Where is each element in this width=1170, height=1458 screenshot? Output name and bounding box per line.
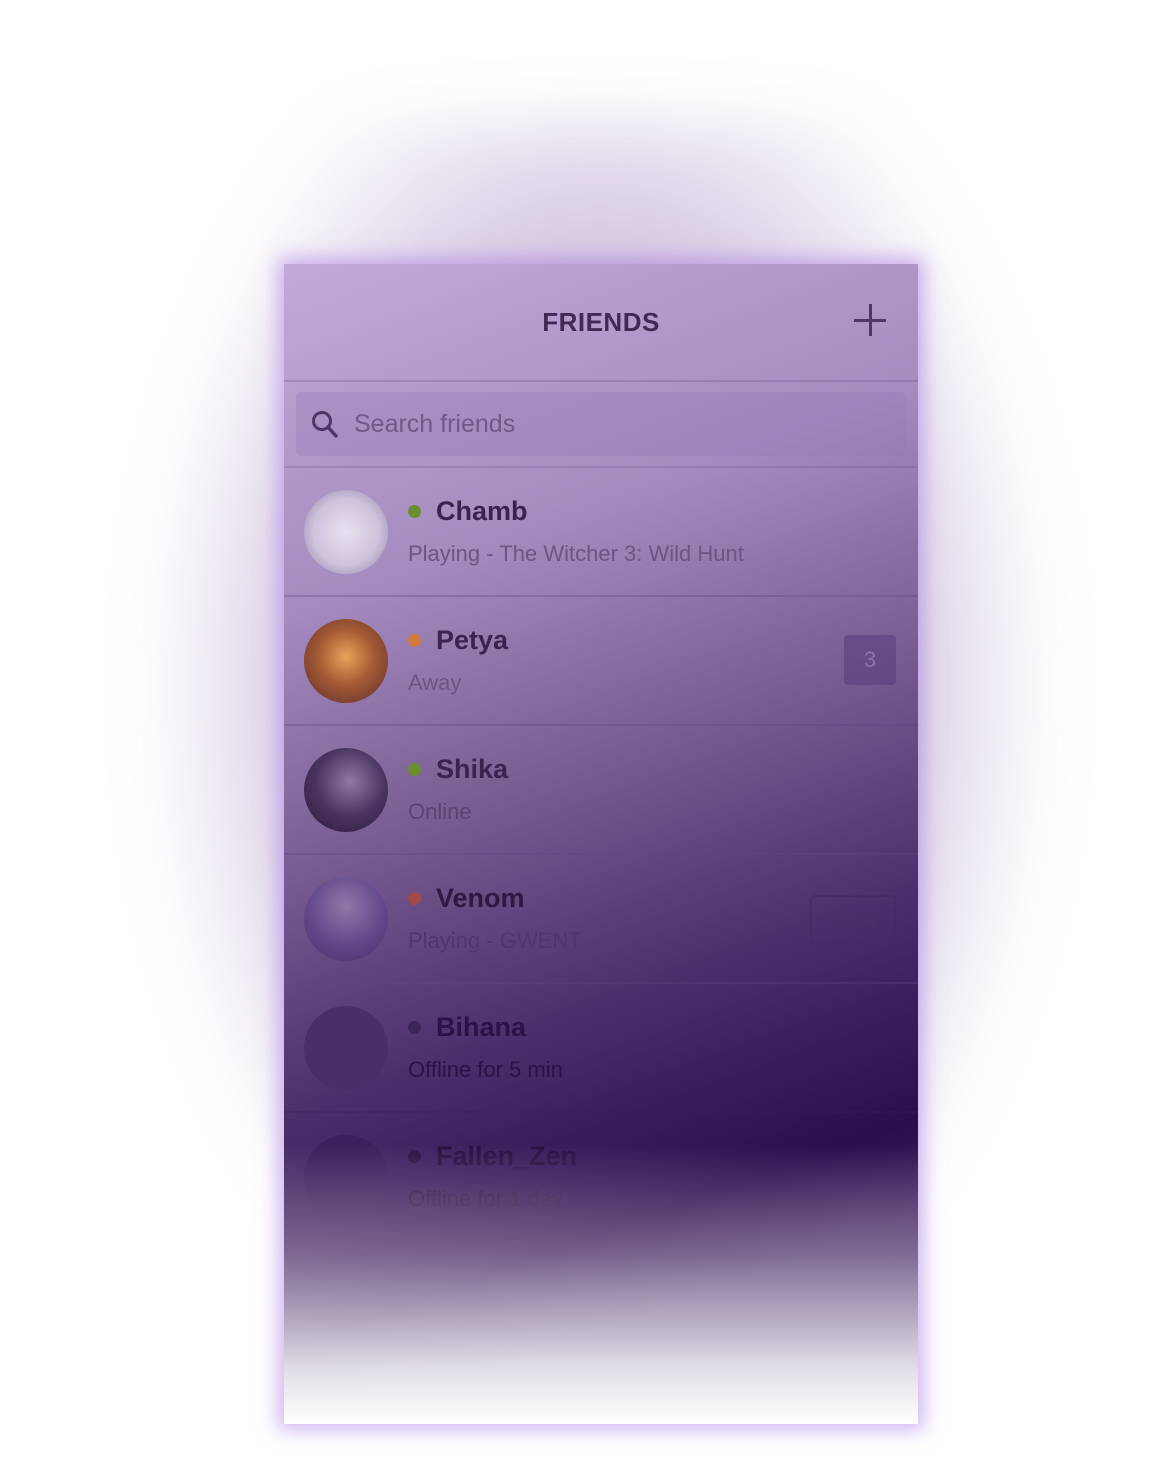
avatar xyxy=(304,876,388,961)
avatar xyxy=(304,747,388,832)
presence-dot xyxy=(408,1150,421,1163)
avatar xyxy=(304,1005,388,1090)
search-section xyxy=(284,382,918,468)
friend-row[interactable]: Shika Online xyxy=(284,726,918,855)
join-button[interactable]: JOIN xyxy=(810,895,896,945)
friend-row[interactable]: Petya Away 3 xyxy=(284,597,918,726)
friends-panel: FRIENDS Chamb Playing - The Witcher 3: W… xyxy=(284,264,918,1424)
friend-name: Chamb xyxy=(436,496,528,526)
friend-status: Playing - The Witcher 3: Wild Hunt xyxy=(408,541,744,566)
friend-row[interactable]: Venom Playing - GWENT JOIN xyxy=(284,855,918,984)
search-input[interactable] xyxy=(352,408,836,440)
presence-dot xyxy=(408,763,421,776)
friend-row[interactable]: Chamb Playing - The Witcher 3: Wild Hunt xyxy=(284,468,918,597)
add-friend-button[interactable] xyxy=(852,302,888,338)
search-box[interactable] xyxy=(296,392,906,456)
unread-badge[interactable]: 3 xyxy=(844,635,896,685)
friend-name: Petya xyxy=(436,625,509,655)
friend-status: Offline for 1 day xyxy=(408,1186,563,1211)
friend-status: Online xyxy=(408,799,472,824)
friend-row[interactable]: Bihana Offline for 5 min xyxy=(284,984,918,1113)
friend-name: Bihana xyxy=(436,1012,527,1042)
friend-status: Playing - GWENT xyxy=(408,928,582,953)
presence-dot xyxy=(408,634,421,647)
panel-header: FRIENDS xyxy=(284,264,918,382)
friend-status: Away xyxy=(408,670,462,695)
avatar xyxy=(304,1134,388,1219)
presence-dot xyxy=(408,505,421,518)
presence-dot xyxy=(408,892,421,905)
friend-name: Fallen_Zen xyxy=(436,1141,578,1171)
panel-title: FRIENDS xyxy=(542,306,660,337)
friend-name: Venom xyxy=(436,883,525,913)
search-icon xyxy=(312,411,338,438)
avatar xyxy=(304,489,388,574)
friend-status: Offline for 5 min xyxy=(408,1057,563,1082)
friend-row[interactable]: Fallen_Zen Offline for 1 day xyxy=(284,1113,918,1240)
friend-name: Shika xyxy=(436,754,509,784)
avatar xyxy=(304,618,388,703)
presence-dot xyxy=(408,1021,421,1034)
